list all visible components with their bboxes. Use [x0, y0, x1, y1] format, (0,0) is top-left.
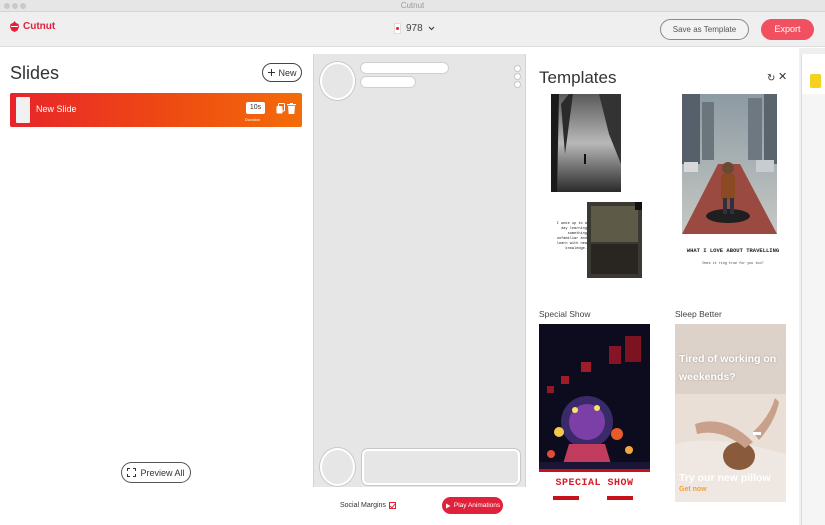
template-name: Special Show: [539, 309, 591, 319]
slides-title: Slides: [10, 63, 60, 83]
editor-panel: Social Margins Play Animations: [313, 48, 526, 525]
template-footer-sub: Get now: [679, 486, 707, 493]
template-heading: WHAT I LOVE ABOUT TRAVELLING: [686, 247, 780, 254]
rail-content: [801, 94, 825, 525]
close-icon[interactable]: ✕: [778, 70, 787, 83]
play-animations-button[interactable]: Play Animations: [442, 497, 503, 514]
social-margins-label: Social Margins: [340, 502, 386, 509]
project-icon: [394, 23, 401, 34]
slide-list-item[interactable]: New Slide 10s Duration: [10, 93, 302, 127]
project-name: 978: [406, 23, 423, 34]
slides-panel: Slides New New Slide 10s Duration Previe…: [0, 48, 313, 525]
slide-thumbnail: [16, 97, 30, 123]
menu-dot-icon: [515, 82, 520, 87]
slide-duration-input[interactable]: 10s: [246, 102, 265, 114]
template-heading: SPECIAL SHOW: [555, 478, 634, 489]
templates-title: Templates: [539, 68, 617, 87]
template-card[interactable]: SPECIAL SHOW: [539, 324, 650, 504]
export-button[interactable]: Export: [761, 19, 814, 40]
save-as-template-button[interactable]: Save as Template: [660, 19, 749, 40]
app-name: Cutnut: [23, 21, 56, 32]
message-placeholder[interactable]: [362, 449, 520, 485]
camera-placeholder[interactable]: [320, 448, 355, 486]
templates-panel: Templates ↻ ✕ I woke up to a day learnin…: [526, 48, 799, 525]
play-animations-label: Play Animations: [453, 502, 501, 509]
slide-duration-caption: Duration: [245, 117, 261, 122]
template-quote-text: I woke up to a day learning something un…: [556, 222, 587, 251]
slide-name: New Slide: [36, 104, 77, 114]
new-slide-label: New: [278, 67, 297, 78]
plus-icon: [268, 69, 276, 76]
templates-tab[interactable]: [801, 54, 825, 94]
profile-placeholder[interactable]: [320, 62, 355, 100]
new-slide-button[interactable]: New: [262, 63, 302, 82]
trash-icon[interactable]: [287, 103, 296, 114]
window-title: Cutnut: [400, 1, 425, 10]
refresh-icon[interactable]: ↻: [767, 73, 775, 84]
right-rail: [799, 48, 825, 525]
project-selector[interactable]: 978: [394, 23, 435, 34]
title-bar: Cutnut: [0, 0, 825, 12]
template-preview-image: [539, 324, 650, 504]
menu-dot-icon: [515, 66, 520, 71]
app-window: Cutnut Cutnut 978 Save as Template Expor…: [0, 0, 825, 525]
template-card[interactable]: Tired of working on weekends? Try our ne…: [675, 324, 786, 502]
menu-dot-icon: [515, 74, 520, 79]
templates-icon: [810, 74, 821, 88]
template-preview-image: [551, 94, 642, 278]
template-name: Sleep Better: [675, 309, 722, 319]
template-card[interactable]: I woke up to a day learning something un…: [539, 94, 649, 280]
template-card[interactable]: WHAT I LOVE ABOUT TRAVELLING Does it rin…: [678, 94, 788, 280]
title-placeholder[interactable]: [361, 63, 448, 73]
template-footer: Try our new pillow: [679, 472, 771, 484]
cutnut-logo-icon: [10, 21, 19, 32]
template-subheading: Does it ring true for you too?: [702, 262, 764, 266]
template-headline: Tired of working on weekends?: [679, 353, 777, 383]
app-header: Cutnut 978 Save as Template Export: [0, 12, 825, 47]
slide-canvas[interactable]: [313, 54, 526, 487]
social-margins-toggle[interactable]: Social Margins: [340, 502, 396, 509]
duplicate-icon[interactable]: [276, 103, 285, 114]
preview-all-button[interactable]: Preview All: [121, 462, 191, 483]
app-logo[interactable]: Cutnut: [10, 21, 55, 32]
subtitle-placeholder[interactable]: [361, 77, 415, 87]
chevron-down-icon: [428, 26, 435, 31]
play-icon: [445, 503, 451, 508]
preview-all-label: Preview All: [140, 467, 185, 478]
social-margins-checkbox[interactable]: [388, 502, 396, 509]
expand-icon: [127, 468, 137, 477]
